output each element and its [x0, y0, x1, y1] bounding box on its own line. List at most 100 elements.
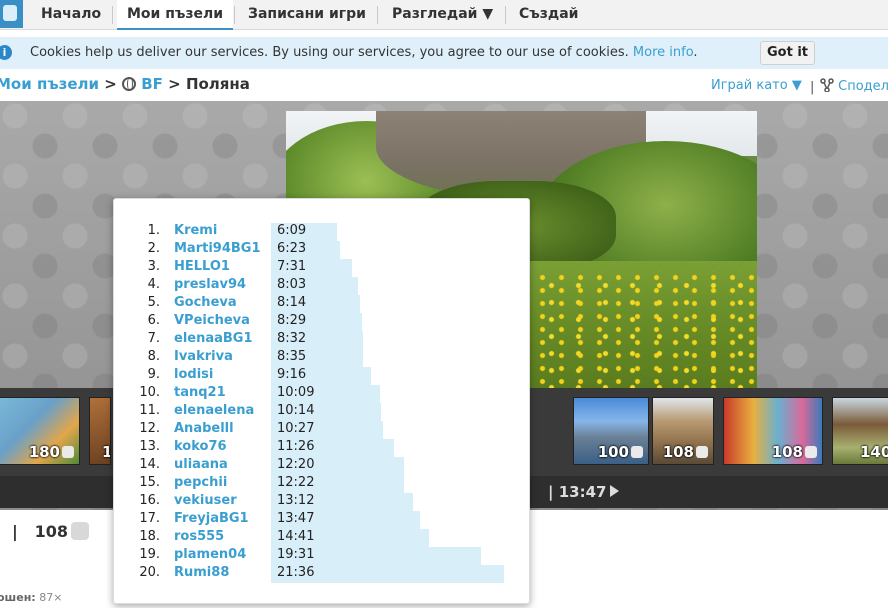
leaderboard-player-link[interactable]: Marti94BG1 — [174, 241, 261, 256]
breadcrumb-separator: > — [162, 75, 186, 93]
best-time-readout[interactable]: | 13:47 — [548, 483, 620, 501]
leaderboard-player-link[interactable]: VPeicheva — [174, 313, 250, 328]
cookie-more-info-link[interactable]: More info — [633, 45, 694, 60]
leaderboard-player-link[interactable]: uliaana — [174, 457, 228, 472]
leaderboard-time: 12:22 — [277, 475, 315, 490]
thumbnail-piece-count: 180 — [29, 443, 74, 461]
leaderboard-time: 14:41 — [277, 529, 315, 544]
leaderboard-row: 8. Ivakriva 8:35 — [114, 349, 531, 367]
leaderboard-player-link[interactable]: FreyjaBG1 — [174, 511, 249, 526]
thumbnail-piece-count: 100 — [598, 443, 643, 461]
leaderboard-player-link[interactable]: Gocheva — [174, 295, 237, 310]
leaderboard-rank: 12. — [139, 421, 160, 436]
leaderboard-time: 8:32 — [277, 331, 307, 346]
info-icon: i — [0, 45, 12, 60]
info-divider: | — [12, 522, 18, 541]
leaderboard-player-link[interactable]: Kremi — [174, 223, 217, 238]
leaderboard-row: 12. Anabelll 10:27 — [114, 421, 531, 439]
thumbnail-count: 108 — [662, 443, 694, 461]
leaderboard-player-link[interactable]: koko76 — [174, 439, 227, 454]
thumbnail-count: 100 — [597, 443, 629, 461]
nav-saved-games[interactable]: Записани игри — [238, 0, 376, 30]
leaderboard-rank: 5. — [147, 295, 160, 310]
leaderboard-player-link[interactable]: HELLO1 — [174, 259, 230, 274]
thumbnail-piece-count: 108 — [772, 443, 817, 461]
puzzle-thumbnail[interactable]: 108 — [723, 397, 823, 465]
play-as-dropdown[interactable]: Играй като ▼ — [711, 78, 802, 93]
best-time: | 13:47 — [548, 483, 607, 501]
breadcrumb-folder[interactable]: BF — [141, 75, 163, 93]
leaderboard-rank: 19. — [139, 547, 160, 562]
leaderboard-row: 10. tanq21 10:09 — [114, 385, 531, 403]
leaderboard-time: 13:12 — [277, 493, 315, 508]
leaderboard-player-link[interactable]: ros555 — [174, 529, 224, 544]
thumbnail-piece-count: 140 — [860, 443, 888, 461]
site-logo-icon[interactable] — [0, 0, 23, 28]
leaderboard-time: 21:36 — [277, 565, 315, 580]
puzzle-thumbnail[interactable]: 100 — [573, 397, 649, 465]
leaderboard-player-link[interactable]: elenaelena — [174, 403, 254, 418]
leaderboard-row: 14. uliaana 12:20 — [114, 457, 531, 475]
nav-create[interactable]: Създай — [509, 0, 589, 30]
leaderboard-player-link[interactable]: Ivakriva — [174, 349, 233, 364]
leaderboard-time: 6:09 — [277, 223, 307, 238]
share-label: Сподел — [838, 79, 888, 94]
leaderboard-time: 9:16 — [277, 367, 307, 382]
thumbnail-count: 1 — [102, 443, 110, 461]
nav-divider — [112, 6, 113, 24]
leaderboard-time: 10:14 — [277, 403, 315, 418]
thumbnail-count: 180 — [28, 443, 60, 461]
puzzle-thumbnail[interactable]: 1 — [89, 397, 111, 465]
leaderboard-row: 6. VPeicheva 8:29 — [114, 313, 531, 331]
leaderboard-player-link[interactable]: lodisi — [174, 367, 213, 382]
leaderboard-rank: 15. — [139, 475, 160, 490]
leaderboard-time: 8:03 — [277, 277, 307, 292]
breadcrumb-separator: > — [99, 75, 123, 93]
leaderboard-player-link[interactable]: plamen04 — [174, 547, 246, 562]
leaderboard-row: 2. Marti94BG1 6:23 — [114, 241, 531, 259]
leaderboard-row: 9. lodisi 9:16 — [114, 367, 531, 385]
leaderboard-rank: 3. — [147, 259, 160, 274]
leaderboard-time: 8:35 — [277, 349, 307, 364]
leaderboard-player-link[interactable]: pepchii — [174, 475, 227, 490]
puzzle-thumbnail[interactable]: 140 — [832, 397, 888, 465]
leaderboard-row: 5. Gocheva 8:14 — [114, 295, 531, 313]
cookie-text: Cookies help us deliver our services. By… — [30, 45, 698, 60]
leaderboard-time: 10:27 — [277, 421, 315, 436]
breadcrumb: Мои пъзели > BF > Поляна — [0, 75, 250, 93]
breadcrumb-my-puzzles[interactable]: Мои пъзели — [0, 75, 99, 93]
solved-label: ошен: — [0, 591, 36, 604]
cookie-got-it-button[interactable]: Got it — [760, 41, 815, 65]
leaderboard-player-link[interactable]: Anabelll — [174, 421, 234, 436]
nav-my-puzzles[interactable]: Мои пъзели — [117, 0, 234, 30]
puzzle-piece-icon — [62, 446, 74, 458]
leaderboard-player-link[interactable]: elenaaBG1 — [174, 331, 253, 346]
thumbnail-piece-count: 1 — [102, 443, 110, 461]
nav-divider — [505, 6, 506, 24]
share-button[interactable]: Сподел — [820, 78, 888, 94]
leaderboard-row: 18. ros555 14:41 — [114, 529, 531, 547]
leaderboard-row: 17. FreyjaBG1 13:47 — [114, 511, 531, 529]
leaderboard-player-link[interactable]: preslav94 — [174, 277, 246, 292]
leaderboard-time: 6:23 — [277, 241, 307, 256]
cookie-message: Cookies help us deliver our services. By… — [30, 45, 633, 60]
leaderboard-row: 7. elenaaBG1 8:32 — [114, 331, 531, 349]
leaderboard-time: 12:20 — [277, 457, 315, 472]
leaderboard-row: 4. preslav94 8:03 — [114, 277, 531, 295]
thumbnail-count: 140 — [860, 443, 888, 461]
play-icon — [610, 485, 620, 497]
leaderboard-player-link[interactable]: tanq21 — [174, 385, 226, 400]
leaderboard-player-link[interactable]: Rumi88 — [174, 565, 229, 580]
leaderboard-row: 16. vekiuser 13:12 — [114, 493, 531, 511]
nav-browse-dropdown[interactable]: Разгледай ▼ — [382, 0, 503, 30]
puzzle-thumbnail[interactable]: 180 — [0, 397, 80, 465]
leaderboard-rank: 8. — [147, 349, 160, 364]
puzzle-thumbnail[interactable]: 108 — [652, 397, 714, 465]
leaderboard-row: 15. pepchii 12:22 — [114, 475, 531, 493]
nav-home[interactable]: Начало — [31, 0, 111, 30]
puzzle-piece-icon — [70, 522, 89, 540]
piece-count: 108 — [34, 522, 68, 541]
leaderboard-player-link[interactable]: vekiuser — [174, 493, 237, 508]
leaderboard-time: 7:31 — [277, 259, 307, 274]
leaderboard-rank: 20. — [139, 565, 160, 580]
